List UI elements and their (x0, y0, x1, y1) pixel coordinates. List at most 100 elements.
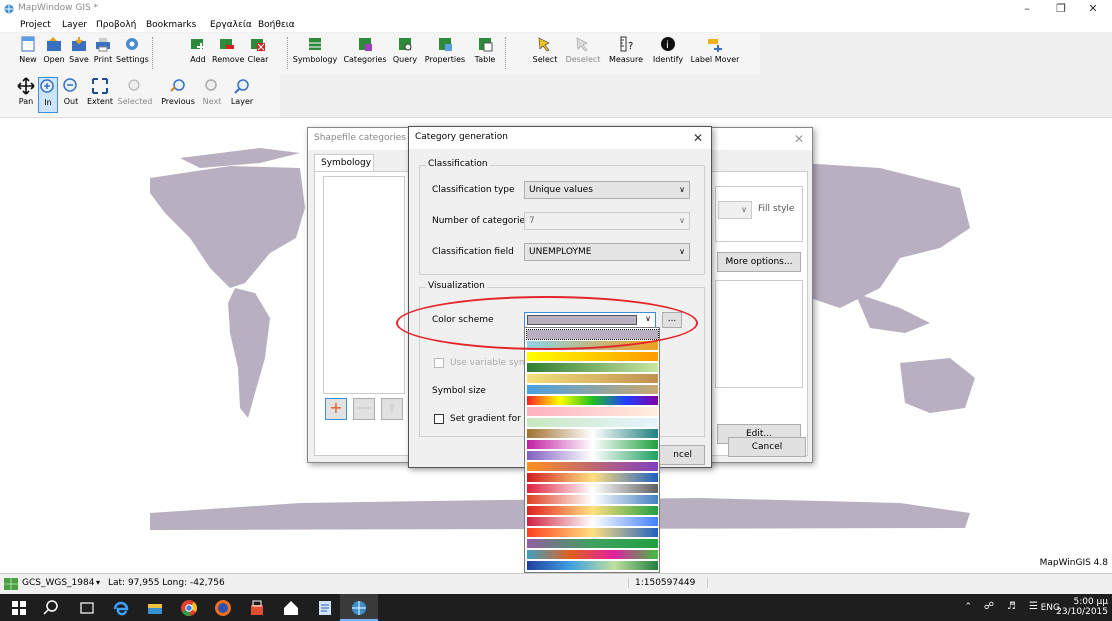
save-button[interactable]: Save (68, 35, 90, 71)
num-categories-combo[interactable]: 7 ∨ (524, 212, 690, 230)
task-view-icon[interactable] (78, 599, 96, 617)
chevron-down-icon[interactable]: ▾ (96, 578, 100, 587)
classification-type-combo[interactable]: Unique values ∨ (524, 181, 690, 199)
menu-view[interactable]: Προβολή (96, 20, 136, 30)
add-category-button[interactable]: + (325, 398, 347, 420)
color-scheme-option[interactable] (527, 396, 658, 405)
label-mover-button[interactable]: Label Mover (690, 35, 740, 71)
projection-label[interactable]: GCS_WGS_1984 (22, 578, 94, 588)
color-scheme-option[interactable] (527, 495, 658, 504)
print-button[interactable]: Print (92, 35, 114, 71)
more-options-button[interactable]: More options... (717, 252, 801, 272)
coordinates-readout: Lat: 97,955 Long: -42,756 (108, 578, 225, 588)
color-scheme-option[interactable] (527, 484, 658, 493)
clear-layers-button[interactable]: Clear (246, 35, 270, 71)
zoom-selected-button[interactable]: Selected (116, 77, 154, 113)
color-scheme-option[interactable] (527, 561, 658, 570)
classification-type-label: Classification type (432, 185, 515, 195)
color-scheme-dropdown[interactable] (524, 327, 660, 573)
color-scheme-option[interactable] (527, 550, 658, 559)
color-scheme-option[interactable] (527, 506, 658, 515)
clock[interactable]: 5:00 μμ 23/10/2015 (1056, 597, 1108, 617)
tab-symbology[interactable]: Symbology (314, 154, 374, 172)
color-scheme-option[interactable] (527, 473, 658, 482)
settings-icon (126, 38, 138, 50)
pan-button[interactable]: Pan (16, 77, 36, 113)
chrome-icon[interactable] (180, 599, 198, 617)
color-scheme-option[interactable] (527, 451, 658, 460)
color-scheme-option[interactable] (527, 528, 658, 537)
shapefile-dialog-close-icon[interactable]: ✕ (794, 132, 804, 146)
windows-start-icon[interactable] (10, 599, 28, 617)
color-scheme-option[interactable] (527, 407, 658, 416)
color-scheme-option[interactable] (527, 539, 658, 548)
identify-button[interactable]: i Identify (650, 35, 686, 71)
color-scheme-option[interactable] (527, 440, 658, 449)
zoom-layer-button[interactable]: Layer (228, 77, 256, 113)
settings-button[interactable]: Settings (116, 35, 149, 71)
table-button[interactable]: Table (470, 35, 500, 71)
file-explorer-icon[interactable] (146, 599, 164, 617)
pan-icon (17, 77, 35, 95)
open-button[interactable]: Open (42, 35, 66, 71)
menu-layer[interactable]: Layer (62, 20, 87, 30)
zoom-out-button[interactable]: Out (60, 77, 82, 113)
color-scheme-option[interactable] (527, 517, 658, 526)
notepad-icon[interactable] (316, 599, 334, 617)
move-up-button[interactable]: ⇧ (381, 398, 403, 420)
maximize-icon[interactable]: ❐ (1046, 1, 1076, 17)
chevron-down-icon: ∨ (679, 185, 685, 194)
color-scheme-option[interactable] (527, 462, 658, 471)
category-dialog-close-icon[interactable]: ✕ (693, 131, 703, 145)
deselect-button[interactable]: Deselect (564, 35, 602, 71)
remove-layer-button[interactable]: Remove (212, 35, 244, 71)
menu-project[interactable]: Project (20, 20, 51, 30)
new-icon (21, 36, 35, 52)
select-button[interactable]: Select (530, 35, 560, 71)
categories-list[interactable] (323, 176, 405, 394)
category-dialog-title: Category generation (409, 127, 711, 149)
home-icon[interactable] (282, 599, 300, 617)
zoom-next-button[interactable]: Next (200, 77, 224, 113)
notifications-icon[interactable]: ☰ (1029, 601, 1038, 612)
menu-bookmarks[interactable]: Bookmarks (146, 20, 196, 30)
menu-help[interactable]: Βοήθεια (258, 20, 295, 30)
add-layer-button[interactable]: Add (186, 35, 210, 71)
categories-button[interactable]: Categories (342, 35, 388, 71)
volume-icon[interactable]: ♬ (1007, 601, 1016, 612)
symbology-button[interactable]: Symbology (290, 35, 340, 71)
query-button[interactable]: Query (390, 35, 420, 71)
new-button[interactable]: New (18, 35, 38, 71)
store-icon[interactable] (248, 599, 266, 617)
zoom-in-button[interactable]: In (38, 77, 58, 113)
table-icon (479, 38, 493, 52)
color-scheme-option[interactable] (527, 429, 658, 438)
close-icon[interactable]: ✕ (1078, 1, 1108, 17)
color-scheme-option[interactable] (527, 374, 658, 383)
mapwindow-taskbar-button[interactable] (340, 594, 378, 621)
search-icon[interactable] (42, 599, 60, 617)
menu-tools[interactable]: Εργαλεία (210, 20, 252, 30)
color-scheme-option[interactable] (527, 418, 658, 427)
remove-category-button[interactable]: — (353, 398, 375, 420)
set-gradient-checkbox[interactable] (434, 414, 444, 424)
zoom-extent-button[interactable]: Extent (84, 77, 116, 113)
network-icon[interactable]: ☍ (984, 601, 994, 612)
classification-field-combo[interactable]: UNEMPLOYME ∨ (524, 243, 690, 261)
color-scheme-option[interactable] (527, 385, 658, 394)
navigation-toolbar: Pan In Out Extent Selected Previous Next… (0, 75, 280, 117)
use-variable-symbol-checkbox[interactable] (434, 358, 444, 368)
fill-style-combo[interactable]: ∨ (718, 201, 752, 219)
minimize-icon[interactable]: – (1012, 1, 1042, 17)
measure-button[interactable]: ? Measure (606, 35, 646, 71)
firefox-icon[interactable] (214, 599, 232, 617)
properties-button[interactable]: Properties (422, 35, 468, 71)
shapefile-cancel-button[interactable]: Cancel (728, 437, 806, 457)
color-scheme-option[interactable] (527, 352, 658, 361)
zoom-next-icon (205, 79, 217, 91)
zoom-previous-button[interactable]: Previous (158, 77, 198, 113)
edge-browser-icon[interactable] (112, 599, 130, 617)
color-scheme-option[interactable] (527, 363, 658, 372)
toolbar-separator (287, 37, 288, 69)
tray-chevron-up-icon[interactable]: ⌃ (964, 602, 972, 612)
